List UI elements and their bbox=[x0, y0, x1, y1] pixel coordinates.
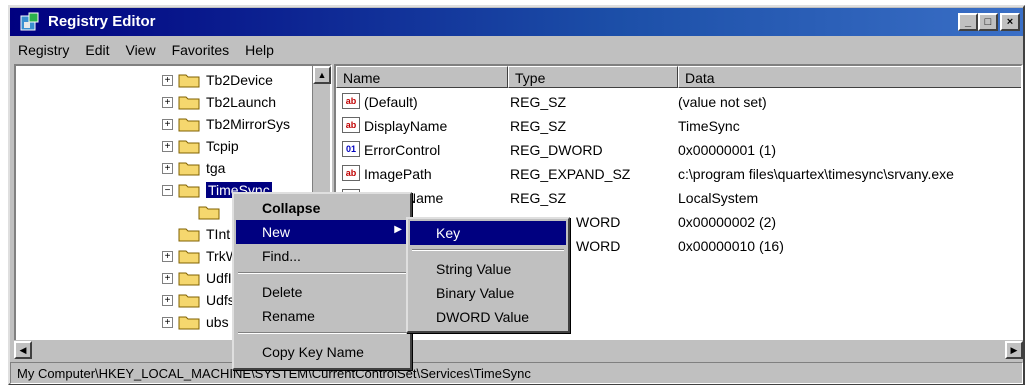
minimize-button[interactable]: _ bbox=[958, 13, 978, 31]
value-data: c:\program files\quartex\timesync\srvany… bbox=[678, 166, 954, 182]
menu-registry[interactable]: Registry bbox=[10, 38, 77, 58]
context-menu: Collapse New ▶ Find... Delete Rename Cop… bbox=[232, 192, 412, 370]
expand-icon[interactable]: + bbox=[162, 163, 173, 174]
folder-icon bbox=[178, 96, 200, 110]
open-folder-icon bbox=[178, 184, 200, 198]
submenu-item-string-value[interactable]: String Value bbox=[410, 257, 566, 281]
value-data: LocalSystem bbox=[678, 190, 759, 206]
scroll-left-icon[interactable]: ◀ bbox=[14, 341, 32, 359]
folder-icon bbox=[178, 294, 200, 308]
tree-item-label: tga bbox=[206, 160, 226, 176]
tree-item-label: Udfs bbox=[206, 292, 235, 308]
folder-icon bbox=[178, 74, 200, 88]
folder-icon bbox=[198, 206, 220, 220]
value-name: (Default) bbox=[364, 94, 418, 110]
folder-icon bbox=[178, 250, 200, 264]
binary-value-icon: 01 bbox=[342, 141, 360, 157]
menu-separator bbox=[238, 332, 406, 334]
tree-item-label: Tb2Launch bbox=[206, 94, 277, 110]
registry-app-icon bbox=[20, 12, 39, 31]
column-header-data[interactable]: Data bbox=[678, 66, 1021, 88]
expand-icon[interactable]: + bbox=[162, 119, 173, 130]
menu-item-find[interactable]: Find... bbox=[236, 244, 408, 268]
value-type: WORD bbox=[576, 214, 621, 230]
collapse-icon[interactable]: − bbox=[162, 185, 173, 196]
menu-item-rename[interactable]: Rename bbox=[236, 304, 408, 328]
folder-icon bbox=[178, 140, 200, 154]
submenu-item-binary-value[interactable]: Binary Value bbox=[410, 281, 566, 305]
value-data: 0x00000002 (2) bbox=[678, 214, 777, 230]
folder-icon bbox=[178, 118, 200, 132]
maximize-button[interactable]: □ bbox=[978, 13, 998, 31]
scroll-up-icon[interactable]: ▲ bbox=[313, 66, 331, 84]
menu-item-copy-key-name[interactable]: Copy Key Name bbox=[236, 340, 408, 364]
menu-item-new-label: New bbox=[262, 224, 291, 240]
menu-separator bbox=[412, 249, 564, 251]
expand-icon[interactable]: + bbox=[162, 317, 173, 328]
expand-icon[interactable]: + bbox=[162, 251, 173, 262]
submenu-item-dword-value[interactable]: DWORD Value bbox=[410, 305, 566, 329]
menu-item-collapse[interactable]: Collapse bbox=[236, 196, 408, 220]
tree-item-label: ubs bbox=[206, 314, 229, 330]
value-row[interactable]: ab Name REG_SZ LocalSystem bbox=[336, 186, 1021, 210]
folder-icon bbox=[178, 162, 200, 176]
value-row[interactable]: ab ImagePath REG_EXPAND_SZ c:\program fi… bbox=[336, 162, 1021, 186]
value-row[interactable]: ab DisplayName REG_SZ TimeSync bbox=[336, 114, 1021, 138]
menu-favorites[interactable]: Favorites bbox=[164, 38, 238, 58]
expand-icon[interactable]: + bbox=[162, 141, 173, 152]
value-type: WORD bbox=[576, 238, 621, 254]
tree-item-label: Tcpip bbox=[206, 138, 239, 154]
submenu-arrow-icon: ▶ bbox=[394, 224, 402, 235]
value-type: REG_SZ bbox=[510, 190, 567, 206]
menu-bar: Registry Edit View Favorites Help bbox=[10, 38, 1023, 62]
menu-item-new[interactable]: New ▶ bbox=[236, 220, 408, 244]
value-data: 0x00000001 (1) bbox=[678, 142, 777, 158]
value-name: ErrorControl bbox=[364, 142, 441, 158]
value-row[interactable]: 01 ErrorControl REG_DWORD 0x00000001 (1) bbox=[336, 138, 1021, 162]
submenu-item-key[interactable]: Key bbox=[410, 221, 566, 245]
status-bar: My Computer\HKEY_LOCAL_MACHINE\SYSTEM\Cu… bbox=[10, 362, 1023, 384]
tree-item-label: UdfI bbox=[206, 270, 232, 286]
value-name: ImagePath bbox=[364, 166, 432, 182]
menu-item-delete[interactable]: Delete bbox=[236, 280, 408, 304]
value-data: 0x00000010 (16) bbox=[678, 238, 784, 254]
close-button[interactable]: × bbox=[1000, 13, 1020, 31]
folder-icon bbox=[178, 316, 200, 330]
expand-icon[interactable]: + bbox=[162, 295, 173, 306]
menu-help[interactable]: Help bbox=[237, 38, 282, 58]
value-row[interactable]: ab (Default) REG_SZ (value not set) bbox=[336, 90, 1021, 114]
value-data: (value not set) bbox=[678, 94, 767, 110]
menu-separator bbox=[238, 272, 406, 274]
title-bar[interactable]: Registry Editor _ □ × bbox=[10, 8, 1023, 36]
scroll-right-icon[interactable]: ▶ bbox=[1005, 341, 1023, 359]
folder-icon bbox=[178, 228, 200, 242]
expand-icon[interactable]: + bbox=[162, 273, 173, 284]
value-type: REG_DWORD bbox=[510, 142, 603, 158]
folder-icon bbox=[178, 272, 200, 286]
value-type: REG_EXPAND_SZ bbox=[510, 166, 631, 182]
string-value-icon: ab bbox=[342, 117, 360, 133]
menu-edit[interactable]: Edit bbox=[77, 38, 117, 58]
string-value-icon: ab bbox=[342, 165, 360, 181]
column-header-type[interactable]: Type bbox=[508, 66, 678, 88]
menu-view[interactable]: View bbox=[117, 38, 163, 58]
string-value-icon: ab bbox=[342, 93, 360, 109]
expand-icon[interactable]: + bbox=[162, 75, 173, 86]
value-type: REG_SZ bbox=[510, 94, 567, 110]
value-name: DisplayName bbox=[364, 118, 448, 134]
column-header-name[interactable]: Name bbox=[336, 66, 508, 88]
tree-item-label: Tb2Device bbox=[206, 72, 273, 88]
tree-item-label: TInt bbox=[206, 226, 231, 242]
value-type: REG_SZ bbox=[510, 118, 567, 134]
window-title: Registry Editor bbox=[48, 13, 156, 30]
value-data: TimeSync bbox=[678, 118, 740, 134]
expand-icon[interactable]: + bbox=[162, 97, 173, 108]
horizontal-scrollbar[interactable]: ◀ ▶ bbox=[14, 340, 1023, 360]
new-submenu: Key String Value Binary Value DWORD Valu… bbox=[406, 217, 570, 333]
tree-item-label: Tb2MirrorSys bbox=[206, 116, 291, 132]
